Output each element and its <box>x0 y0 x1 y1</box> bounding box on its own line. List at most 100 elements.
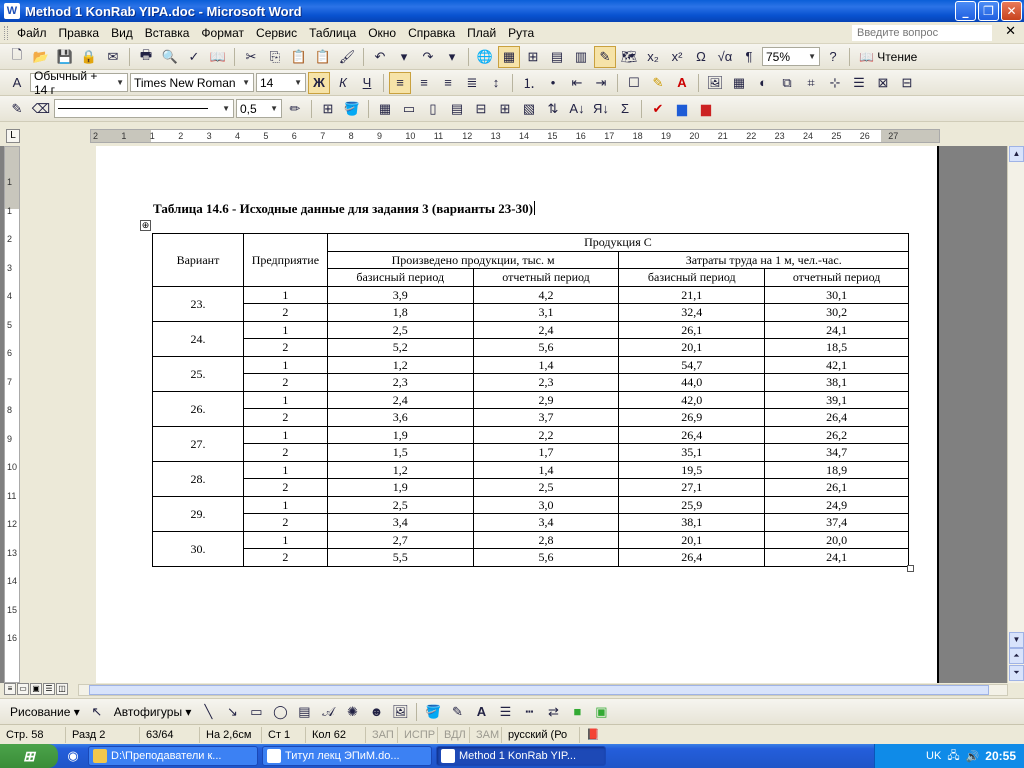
status-overtype[interactable]: ЗАМ <box>470 726 502 743</box>
menu-insert[interactable]: Вставка <box>139 23 196 43</box>
show-hide-icon[interactable]: ¶ <box>738 46 760 68</box>
border-color-icon[interactable]: ✏ <box>284 98 306 120</box>
close-button[interactable]: ✕ <box>1001 1 1022 21</box>
undo-dropdown-icon[interactable]: ▾ <box>393 46 415 68</box>
variant-cell[interactable]: 26. <box>152 390 244 427</box>
table-grid-icon[interactable]: ▦ <box>728 72 750 94</box>
menu-file[interactable]: Файл <box>11 23 53 43</box>
language-indicator[interactable]: UK <box>926 750 941 762</box>
clipart-icon[interactable]: ☻ <box>365 701 387 723</box>
superscript-icon[interactable]: x² <box>666 46 688 68</box>
align-center-icon[interactable]: ≡ <box>413 72 435 94</box>
status-language[interactable]: русский (Ро <box>502 726 580 743</box>
line-spacing-icon[interactable]: ↕ <box>485 72 507 94</box>
copy-icon[interactable]: ⎘ <box>264 46 286 68</box>
enterprise-cell[interactable]: 2 <box>242 443 328 462</box>
enterprise-cell[interactable]: 2 <box>242 408 328 427</box>
underline-button[interactable]: Ч <box>356 72 378 94</box>
value-cell[interactable]: 26,4 <box>764 408 909 427</box>
volume-icon[interactable]: 🔊 <box>966 750 980 763</box>
value-cell[interactable]: 2,7 <box>326 530 474 549</box>
network-icon[interactable]: 🖧 <box>947 747 959 766</box>
value-cell[interactable]: 2,5 <box>326 320 474 339</box>
value-cell[interactable]: 34,7 <box>764 443 909 462</box>
fill-color-icon[interactable]: 🪣 <box>422 701 444 723</box>
web-view-icon[interactable]: ▭ <box>17 683 29 695</box>
value-cell[interactable]: 5,6 <box>472 548 620 567</box>
equation-icon[interactable]: √α <box>714 46 736 68</box>
align-left-icon[interactable]: ≡ <box>389 71 411 94</box>
value-cell[interactable]: 5,2 <box>326 338 474 357</box>
enterprise-cell[interactable]: 1 <box>242 530 328 549</box>
previous-page-icon[interactable]: ⏶ <box>1009 648 1024 664</box>
value-cell[interactable]: 5,6 <box>472 338 620 357</box>
bullets-icon[interactable]: • <box>542 72 564 94</box>
value-cell[interactable]: 3,7 <box>472 408 620 427</box>
value-cell[interactable]: 2,3 <box>472 373 620 392</box>
save-icon[interactable]: 💾 <box>54 46 76 68</box>
print-preview-icon[interactable]: 🔍 <box>159 46 181 68</box>
text-direction-icon[interactable]: ⇅ <box>542 98 564 120</box>
value-cell[interactable]: 42,1 <box>764 355 909 374</box>
insert-table-grid-icon[interactable]: ▦ <box>374 98 396 120</box>
taskbar-item-doc-method[interactable]: Method 1 KonRab YIP... <box>436 746 606 766</box>
horizontal-scroll-thumb[interactable] <box>89 685 989 695</box>
data-table[interactable]: Вариант Предприятие Продукция С Произвед… <box>152 233 910 567</box>
variant-cell[interactable]: 25. <box>152 355 244 392</box>
status-record[interactable]: ЗАП <box>366 726 398 743</box>
value-cell[interactable]: 24,1 <box>764 320 909 339</box>
bold-button[interactable]: Ж <box>308 71 330 94</box>
value-cell[interactable]: 42,0 <box>618 390 766 409</box>
value-cell[interactable]: 26,2 <box>764 425 909 444</box>
3d-icon[interactable]: ▣ <box>590 701 612 723</box>
help-icon[interactable]: ? <box>822 46 844 68</box>
line-weight-select[interactable]: 0,5 ▼ <box>236 99 282 118</box>
shading-icon[interactable]: 🪣 <box>341 98 363 120</box>
value-cell[interactable]: 1,4 <box>472 355 620 374</box>
omega-symbol-icon[interactable]: Ω <box>690 46 712 68</box>
next-page-icon[interactable]: ⏷ <box>1009 665 1024 681</box>
value-cell[interactable]: 30,2 <box>764 303 909 322</box>
menu-window[interactable]: Окно <box>362 23 402 43</box>
rotate-icon[interactable]: ⊹ <box>824 72 846 94</box>
vertical-ruler[interactable]: 1 1 2 3 4 5 6 7 8 9 10 11 12 13 14 15 16 <box>4 146 20 683</box>
wrap-icon[interactable]: ⧉ <box>776 72 798 94</box>
value-cell[interactable]: 2,2 <box>472 425 620 444</box>
vertical-scrollbar[interactable]: ▲ ▼ ⏶ ⏷ <box>1007 146 1024 683</box>
enterprise-cell[interactable]: 1 <box>242 495 328 514</box>
enterprise-cell[interactable]: 2 <box>242 338 328 357</box>
style-select[interactable]: Обычный + 14 г ▼ <box>30 69 128 97</box>
value-cell[interactable]: 24,9 <box>764 495 909 514</box>
value-cell[interactable]: 1,9 <box>326 478 474 497</box>
value-cell[interactable]: 1,2 <box>326 460 474 479</box>
eraser-icon[interactable]: ⌫ <box>30 98 52 120</box>
document-close-icon[interactable]: ✕ <box>1005 24 1016 39</box>
crop-icon[interactable]: ⌗ <box>800 72 822 94</box>
value-cell[interactable]: 3,4 <box>326 513 474 532</box>
value-cell[interactable]: 1,8 <box>326 303 474 322</box>
align-cell-icon[interactable]: ▤ <box>446 98 468 120</box>
styles-pane-icon[interactable]: A <box>6 72 28 94</box>
cut-icon[interactable]: ✂ <box>240 46 262 68</box>
value-cell[interactable]: 2,4 <box>326 390 474 409</box>
autosum-icon[interactable]: Σ <box>614 98 636 120</box>
variant-cell[interactable]: 29. <box>152 495 244 532</box>
italic-button[interactable]: К <box>332 72 354 94</box>
value-cell[interactable]: 3,0 <box>472 495 620 514</box>
value-cell[interactable]: 1,9 <box>326 425 474 444</box>
draw-table-icon[interactable]: ✎ <box>6 98 28 120</box>
enterprise-cell[interactable]: 1 <box>242 425 328 444</box>
value-cell[interactable]: 1,5 <box>326 443 474 462</box>
variant-cell[interactable]: 23. <box>152 285 244 322</box>
justify-icon[interactable]: ≣ <box>461 72 483 94</box>
value-cell[interactable]: 2,3 <box>326 373 474 392</box>
variant-cell[interactable]: 27. <box>152 425 244 462</box>
value-cell[interactable]: 18,5 <box>764 338 909 357</box>
highlight-icon[interactable]: ✎ <box>647 72 669 94</box>
redo-dropdown-icon[interactable]: ▾ <box>441 46 463 68</box>
tables-borders-icon[interactable]: ▦ <box>498 45 520 68</box>
value-cell[interactable]: 20,0 <box>764 530 909 549</box>
autoformat-icon[interactable]: ▧ <box>518 98 540 120</box>
insert-excel-icon[interactable]: ▤ <box>546 46 568 68</box>
open-icon[interactable]: 📂 <box>30 46 52 68</box>
